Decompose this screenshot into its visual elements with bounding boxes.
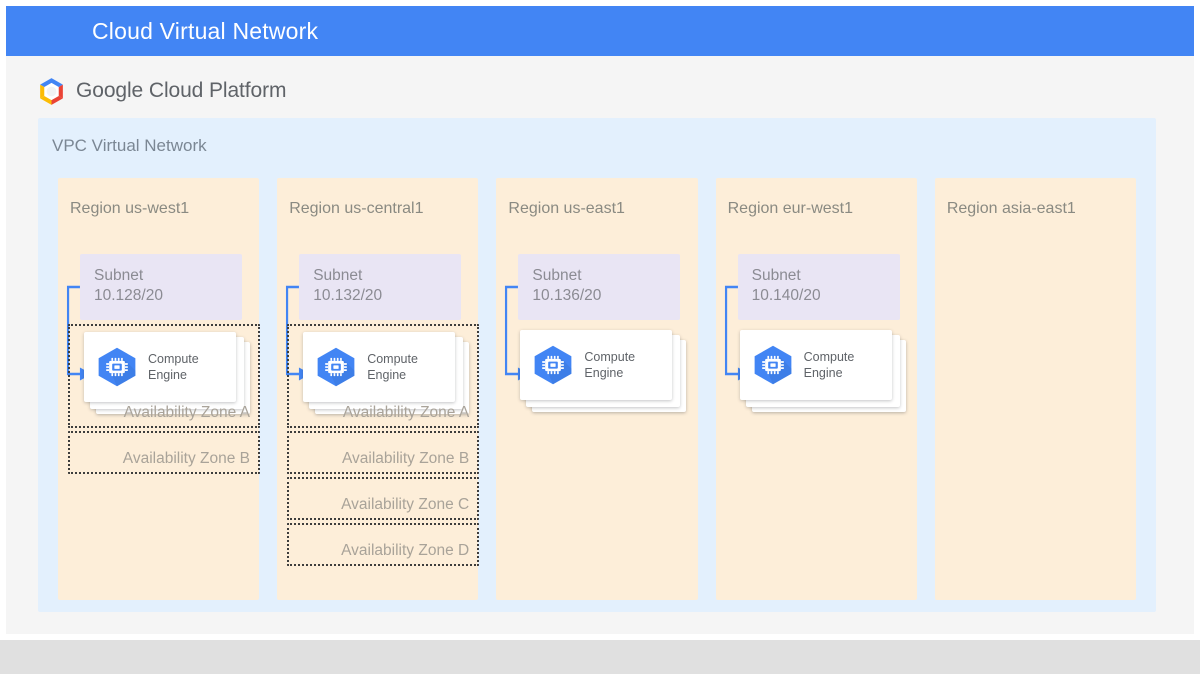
slide-canvas: Cloud Virtual Network Google Cloud Platf…: [0, 0, 1200, 674]
availability-zone-label: Availability Zone B: [122, 450, 250, 467]
brand-lockup: Google Cloud Platform: [36, 74, 286, 108]
availability-zone: Availability Zone B: [68, 431, 260, 474]
compute-engine-label: Compute Engine: [148, 351, 199, 384]
regions-row: Region us-west1 Subnet 10.128/20 Compute…: [58, 178, 1137, 600]
compute-engine-label-line2: Engine: [803, 366, 843, 380]
availability-zone-list: Compute Engine Availability Zone A Availa…: [287, 324, 480, 569]
compute-engine-label-line2: Engine: [367, 368, 407, 382]
availability-zone-label: Availability Zone C: [341, 496, 470, 513]
compute-engine-card[interactable]: Compute Engine: [520, 330, 673, 400]
region-label: Region eur-west1: [727, 200, 854, 217]
compute-engine-icon: [94, 346, 140, 388]
subnet-box: Subnet 10.140/20: [737, 254, 900, 320]
compute-engine-label: Compute Engine: [804, 349, 855, 382]
availability-zone: Availability Zone D: [287, 523, 480, 566]
subnet-box: Subnet 10.132/20: [299, 254, 462, 320]
title-bar: Cloud Virtual Network: [6, 6, 1194, 56]
availability-zone-list: Compute Engine Availability Zone A Availa…: [68, 324, 260, 477]
compute-engine-label-line1: Compute: [148, 351, 199, 366]
region-card: Region asia-east1: [934, 178, 1137, 600]
subnet-cidr: 10.132/20: [313, 287, 383, 305]
subnet-cidr: 10.128/20: [94, 287, 163, 305]
compute-engine-card[interactable]: Compute Engine: [739, 330, 892, 400]
compute-engine-label-line1: Compute: [367, 351, 418, 366]
compute-engine-card[interactable]: Compute Engine: [84, 332, 236, 402]
subnet-box: Subnet 10.128/20: [80, 254, 242, 320]
availability-zone-list: Compute Engine: [506, 324, 698, 428]
google-cloud-platform-logo-icon: [36, 76, 67, 107]
region-label: Region us-central1: [289, 200, 424, 217]
vpc-container: VPC Virtual Network Region us-west1 Subn…: [38, 118, 1156, 612]
compute-engine-label: Compute Engine: [584, 349, 635, 382]
region-card: Region us-central1 Subnet 10.132/20 Comp…: [277, 178, 480, 600]
availability-zone: Availability Zone C: [287, 477, 480, 520]
availability-zone: Compute Engine Availability Zone A: [287, 324, 480, 428]
brand-cloud-platform-word: Cloud Platform: [148, 79, 287, 102]
slide-bottom-bar: [0, 640, 1200, 674]
region-card: Region eur-west1 Subnet 10.140/20 Comput…: [715, 178, 918, 600]
availability-zone: Availability Zone B: [287, 431, 480, 474]
compute-engine-icon: [313, 346, 359, 388]
compute-engine-label-line2: Engine: [584, 366, 624, 380]
region-card: Region us-west1 Subnet 10.128/20 Compute…: [58, 178, 260, 600]
compute-engine-icon: [530, 344, 576, 386]
availability-zone: Compute Engine Availability Zone A: [68, 324, 260, 428]
compute-engine-label-line2: Engine: [148, 368, 187, 382]
subnet-cidr: 10.140/20: [751, 287, 821, 305]
compute-engine-label-line1: Compute: [584, 349, 636, 364]
subnet-title: Subnet: [532, 267, 582, 284]
subnet-title: Subnet: [94, 267, 144, 284]
subnet-title: Subnet: [313, 267, 363, 284]
compute-engine-card-stack[interactable]: Compute Engine: [303, 332, 470, 414]
compute-engine-icon: [750, 344, 796, 386]
availability-zone-label: Availability Zone B: [341, 450, 470, 467]
compute-engine-label: Compute Engine: [367, 351, 418, 384]
subnet-cidr: 10.136/20: [532, 287, 602, 305]
compute-engine-card[interactable]: Compute Engine: [303, 332, 456, 402]
region-label: Region us-east1: [508, 200, 625, 217]
compute-engine-card-stack[interactable]: Compute Engine: [84, 332, 250, 414]
vpc-label: VPC Virtual Network: [52, 136, 207, 155]
availability-zone-label: Availability Zone D: [341, 542, 470, 559]
region-label: Region asia-east1: [946, 200, 1076, 217]
brand-text: Google Cloud Platform: [76, 79, 286, 103]
brand-google-word: Google: [76, 79, 144, 102]
region-label: Region us-west1: [70, 200, 190, 217]
availability-zone-list: Compute Engine: [726, 324, 918, 428]
compute-engine-label-line1: Compute: [803, 349, 855, 364]
region-card: Region us-east1 Subnet 10.136/20 Compute…: [496, 178, 698, 600]
compute-engine-card-stack[interactable]: Compute Engine: [520, 330, 687, 412]
subnet-box: Subnet 10.136/20: [518, 254, 681, 320]
compute-engine-card-stack[interactable]: Compute Engine: [739, 330, 906, 412]
availability-zone-label: Availability Zone A: [123, 404, 250, 421]
availability-zone-label: Availability Zone A: [342, 404, 470, 421]
subnet-title: Subnet: [751, 267, 801, 284]
page-title: Cloud Virtual Network: [92, 17, 319, 44]
